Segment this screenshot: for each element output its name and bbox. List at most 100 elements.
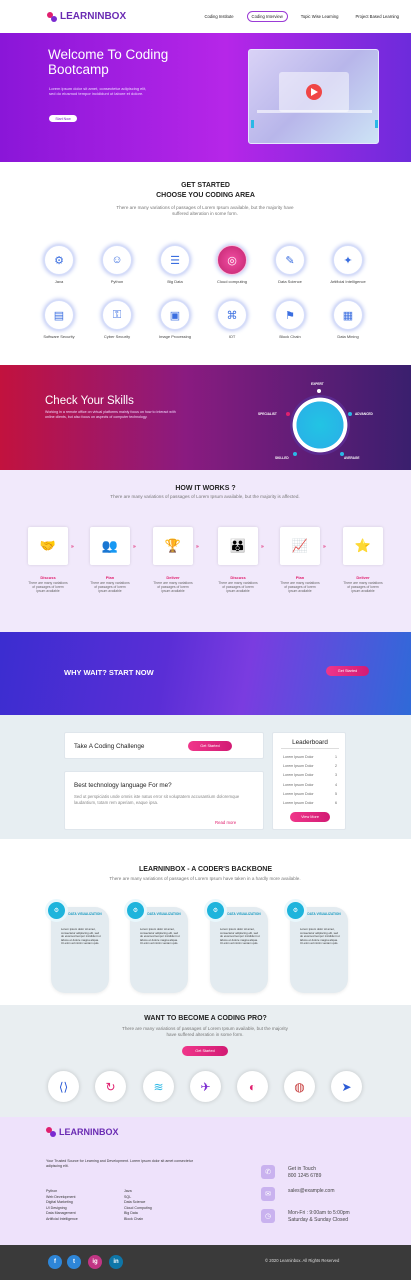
dial-node-skilled — [293, 452, 297, 456]
brain-chip-icon: ⚙ — [44, 245, 74, 275]
chart-icon: ⚙ — [204, 899, 227, 922]
coding-area-block-chain[interactable]: ⚑ Block Chain — [272, 300, 308, 339]
footer-link[interactable]: Block Chain — [124, 1217, 152, 1223]
facebook-icon[interactable]: f — [48, 1255, 62, 1269]
dial-label-skilled: SKILLED — [275, 456, 289, 460]
pro-get-started-button[interactable]: Get Started — [182, 1046, 228, 1056]
step-title: Discuss — [230, 575, 246, 580]
coding-area-big-data[interactable]: ☰ Big Data — [157, 245, 193, 284]
backbone-card[interactable]: ⚙ DATA VISUALIZATION Lorem ipsum dolor sit… — [124, 899, 188, 993]
coding-area-data-mining[interactable]: ▦ Data Mining — [330, 300, 366, 339]
challenge-section: Take A Coding Challenge Get Started Best… — [0, 715, 411, 839]
meeting-icon: 👥 — [90, 527, 130, 565]
step-title: Deliver — [166, 575, 180, 580]
arrow-icon[interactable]: ➤ — [331, 1071, 362, 1102]
leaderboard-divider — [281, 748, 339, 749]
nav-item-coding-institute[interactable]: Coding Institute — [200, 12, 237, 21]
question-text: Sed ut perspiciatis unde omnis iste natu… — [74, 794, 240, 805]
backbone-card-text: Lorem ipsum dolor sit amet, consectetur … — [140, 927, 180, 946]
leaderboard-name: Lorem Ipsum Dolor — [283, 791, 314, 796]
coding-area-image-processing[interactable]: ▣ Image Processing — [157, 300, 193, 339]
step-text: There are many variations of passages of… — [28, 581, 68, 593]
skill-dial[interactable] — [290, 395, 350, 455]
ai-head-icon: ✦ — [333, 245, 363, 275]
leaderboard-row: Lorem Ipsum Dolor 6 — [283, 801, 337, 805]
backbone-card[interactable]: ⚙ DATA VISUALIZATION Lorem ipsum dolor sit… — [284, 899, 348, 993]
coding-area-iot[interactable]: ⌘ IOT — [214, 300, 250, 339]
start-now-button[interactable]: Start Now — [49, 115, 77, 122]
backbone-card-head: DATA VISUALIZATION — [307, 912, 341, 916]
coding-area-label: Artificial Intelligence — [330, 279, 366, 284]
coding-area-java[interactable]: ⚙ Java — [41, 245, 77, 284]
step-text: There are many variations of passages of… — [90, 581, 130, 593]
pro-title: WANT TO BECOME A CODING PRO? — [144, 1015, 267, 1022]
footer-logo-icon — [46, 1127, 56, 1137]
backbone-card[interactable]: ⚙ DATA VISUALIZATION Lorem ipsum dolor sit… — [204, 899, 268, 993]
footer-link[interactable]: Artificial Intelligence — [46, 1217, 78, 1223]
target-icon: ◎ — [217, 245, 247, 275]
coding-area-cyber-security[interactable]: ⚿ Cyber Security — [99, 300, 135, 339]
leaderboard-card: Leaderboard Lorem Ipsum Dolor 1 Lorem Ipsu… — [272, 732, 346, 830]
footer-link[interactable]: Data Management — [46, 1211, 78, 1217]
challenge-title: Take A Coding Challenge — [74, 743, 145, 750]
brand-logo[interactable]: LEARNINBOX — [47, 11, 126, 22]
question-card: Best technology language For me? Sed ut … — [64, 771, 264, 830]
leaderboard-row: Lorem Ipsum Dolor 1 — [283, 755, 337, 759]
chart-icon: ⚙ — [124, 899, 147, 922]
coding-area-label: Python — [110, 279, 124, 284]
backbone-card[interactable]: ⚙ DATA VISUALIZATION Lorem ipsum dolor sit… — [45, 899, 109, 993]
leaderboard-name: Lorem Ipsum Dolor — [283, 782, 314, 787]
skills-title: Check Your Skills — [45, 395, 134, 407]
challenge-get-started-button[interactable]: Get Started — [188, 741, 232, 751]
footer-brand-name: LEARNINBOX — [59, 1127, 119, 1137]
rainbow-icon[interactable]: ◐ — [237, 1071, 268, 1102]
hero-banner: Welcome To Coding Bootcamp Lorem ipsum d… — [0, 33, 411, 162]
coding-area-data-science[interactable]: ✎ Data Science — [272, 245, 308, 284]
bird-icon[interactable]: ✈ — [190, 1071, 221, 1102]
skills-text: Working in a remote office on virtual pl… — [45, 410, 176, 419]
why-wait-get-started-button[interactable]: Get Started — [326, 666, 369, 676]
view-more-button[interactable]: View More — [290, 812, 330, 822]
linkedin-icon[interactable]: in — [109, 1255, 123, 1269]
nav-item-project-based[interactable]: Project Based Learning — [351, 12, 403, 21]
coding-area-python[interactable]: ☺ Python — [99, 245, 135, 284]
twitter-icon[interactable]: t — [67, 1255, 81, 1269]
step-title: Plan — [295, 575, 305, 580]
coding-area-artificial-intelligence[interactable]: ✦ Artificial Intelligence — [330, 245, 366, 284]
contact-line: Get in Touch — [288, 1166, 316, 1172]
mail-icon: ✉ — [261, 1187, 275, 1201]
hero-title: Welcome To Coding Bootcamp — [48, 47, 169, 77]
footer-text: Your Trusted Source for Learning and Dev… — [46, 1159, 193, 1168]
leaderboard-row: Lorem Ipsum Dolor 5 — [283, 792, 337, 796]
question-title: Best technology language For me? — [74, 782, 172, 789]
read-more-link[interactable]: Read more — [215, 820, 236, 825]
coding-area-label: Software Security — [43, 334, 75, 339]
leaderboard-row: Lorem Ipsum Dolor 2 — [283, 764, 337, 768]
globe-icon[interactable]: ◍ — [284, 1071, 315, 1102]
coding-area-cloud-computing[interactable]: ◎ Cloud computing — [214, 245, 250, 284]
hero-text: Lorem ipsum dolor sit amet, consectetur … — [49, 86, 147, 96]
backbone-title: LEARNINBOX - A CODER'S BACKBONE — [139, 866, 272, 873]
briefcase-icon: ▣ — [160, 300, 190, 330]
instagram-icon[interactable]: ig — [88, 1255, 102, 1269]
footer-logo[interactable]: LEARNINBOX — [46, 1127, 119, 1137]
hero-video-panel[interactable] — [248, 49, 379, 144]
code-icon[interactable]: ⟨⟩ — [48, 1071, 79, 1102]
how-step: 👪 Discuss There are many variations of pas… — [218, 527, 258, 593]
backbone-card-text: Lorem ipsum dolor sit amet, consectetur … — [61, 927, 101, 946]
leaderboard-rank: 2 — [335, 764, 337, 769]
how-step: ⭐ Deliver There are many variations of pas… — [343, 527, 383, 593]
coding-area-software-security[interactable]: ▤ Software Security — [41, 300, 77, 339]
nav-item-coding-interview[interactable]: Coding Interview — [246, 11, 288, 22]
step-text: There are many variations of passages of… — [343, 581, 383, 593]
get-started-title: GET STARTED — [181, 182, 230, 189]
refresh-icon[interactable]: ↻ — [95, 1071, 126, 1102]
user-lock-icon: ⚿ — [102, 300, 132, 330]
nav-item-topic-wise[interactable]: Topic Wise Learning — [297, 12, 343, 21]
leaderboard-title: Leaderboard — [292, 739, 328, 746]
leaderboard-rank: 1 — [335, 755, 337, 759]
logo-icon — [47, 11, 57, 22]
leaderboard-name: Lorem Ipsum Dolor — [283, 773, 314, 778]
layers-icon[interactable]: ≋ — [143, 1071, 174, 1102]
coding-area-label: Cyber Security — [103, 334, 131, 339]
